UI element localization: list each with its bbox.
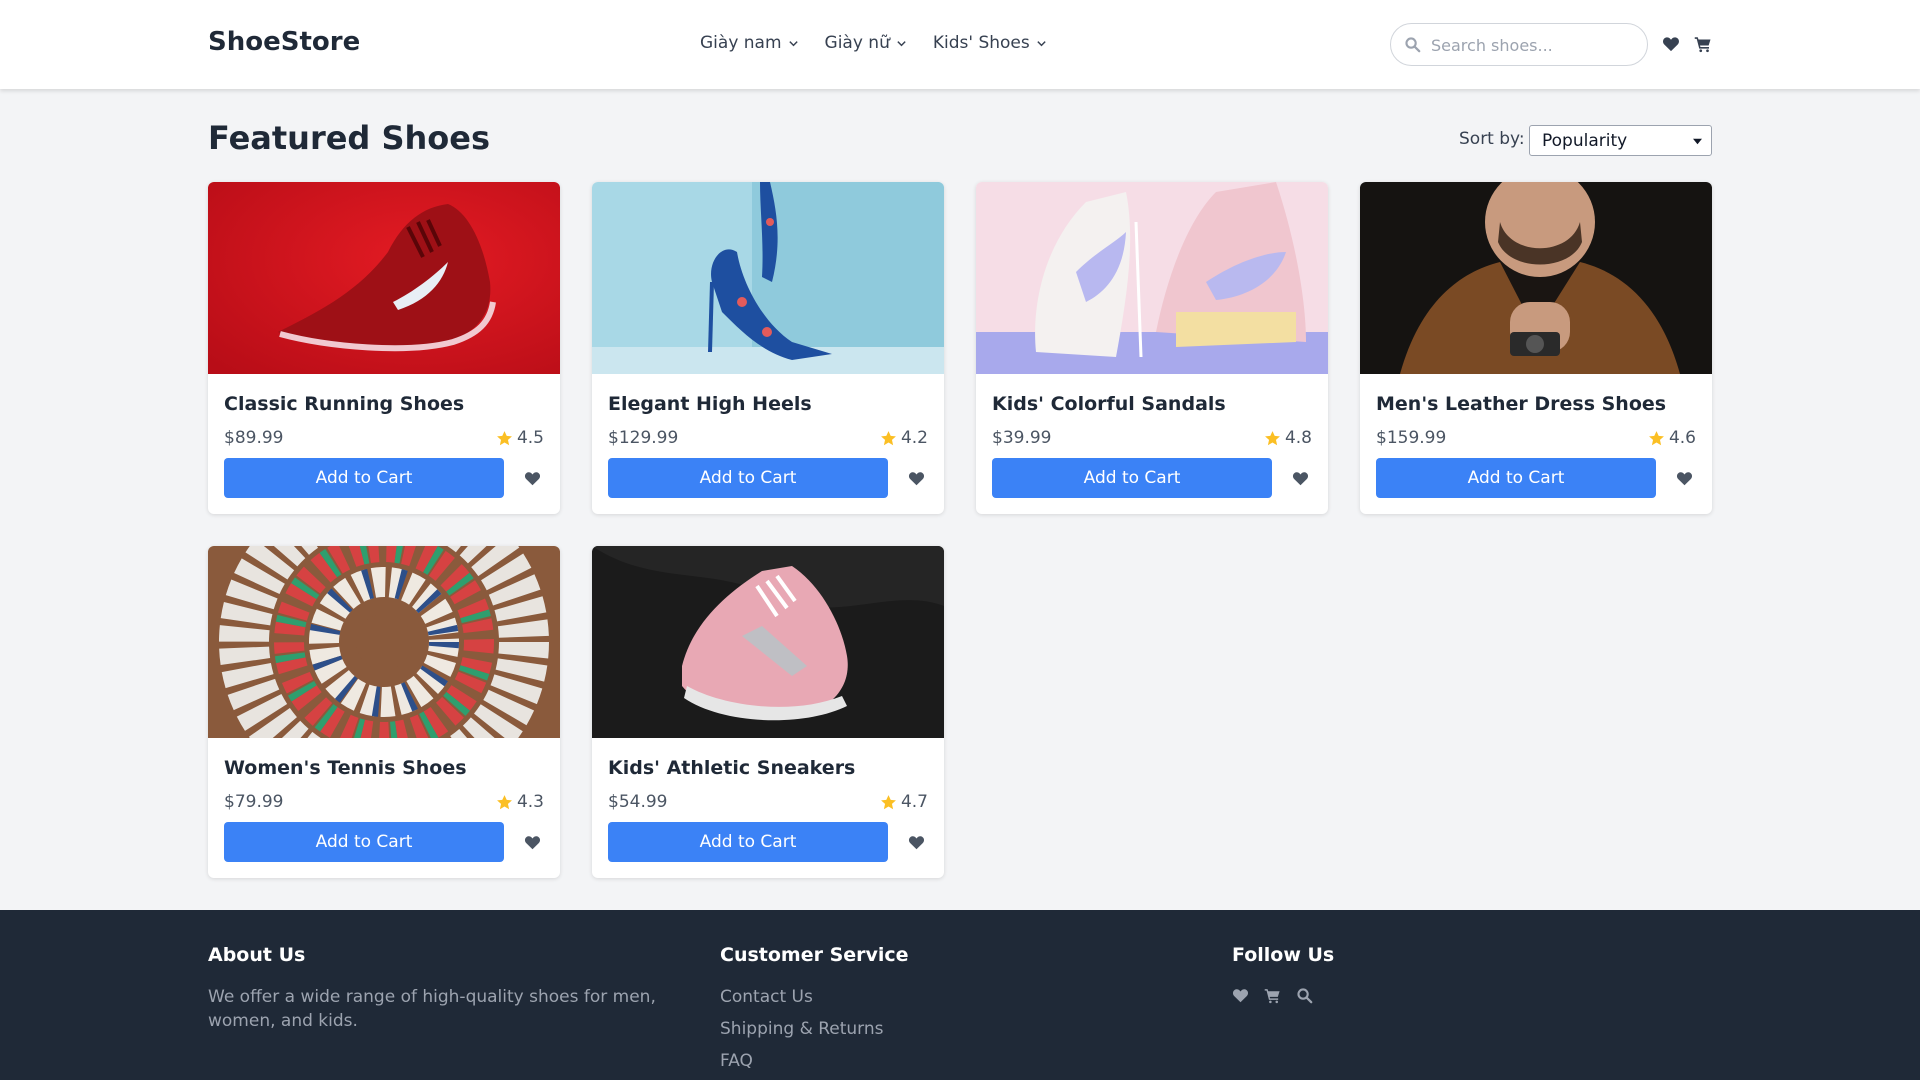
nav-item-kids[interactable]: Kids' Shoes: [933, 33, 1047, 53]
product-image[interactable]: [592, 182, 944, 374]
star-icon: [880, 430, 897, 447]
heart-icon[interactable]: [1292, 470, 1309, 487]
nav-item-women[interactable]: Giày nữ: [825, 33, 907, 53]
sort-selected-value: Popularity: [1542, 130, 1628, 151]
cart-icon[interactable]: [1264, 987, 1281, 1004]
product-name[interactable]: Classic Running Shoes: [224, 393, 464, 415]
chevron-down-icon: [788, 38, 799, 49]
heart-icon[interactable]: [908, 834, 925, 851]
search-input[interactable]: [1431, 34, 1631, 56]
product-name[interactable]: Women's Tennis Shoes: [224, 757, 467, 779]
product-name[interactable]: Kids' Colorful Sandals: [992, 393, 1226, 415]
add-to-cart-button[interactable]: Add to Cart: [608, 822, 888, 862]
star-icon: [1648, 430, 1665, 447]
nav-item-label: Giày nam: [700, 33, 782, 53]
add-to-cart-button[interactable]: Add to Cart: [992, 458, 1272, 498]
heart-icon[interactable]: [1662, 35, 1680, 53]
footer-about-heading: About Us: [208, 944, 306, 966]
product-card: Elegant High Heels $129.99 4.2 Add to Ca…: [592, 182, 944, 514]
product-rating: 4.5: [496, 428, 544, 448]
product-name[interactable]: Kids' Athletic Sneakers: [608, 757, 855, 779]
chevron-down-icon: [1036, 38, 1047, 49]
product-image[interactable]: [592, 546, 944, 738]
heart-icon[interactable]: [524, 834, 541, 851]
heart-icon[interactable]: [1232, 987, 1249, 1004]
product-price: $79.99: [224, 792, 284, 812]
footer-link-shipping[interactable]: Shipping & Returns: [720, 1019, 884, 1039]
rating-value: 4.7: [900, 792, 928, 812]
product-rating: 4.2: [880, 428, 928, 448]
add-to-cart-button[interactable]: Add to Cart: [1376, 458, 1656, 498]
product-name[interactable]: Men's Leather Dress Shoes: [1376, 393, 1666, 415]
rating-value: 4.2: [900, 428, 928, 448]
logo[interactable]: ShoeStore: [208, 27, 360, 57]
search-icon[interactable]: [1296, 987, 1313, 1004]
search-icon: [1404, 36, 1421, 53]
product-price: $129.99: [608, 428, 679, 448]
product-rating: 4.8: [1264, 428, 1312, 448]
heart-icon[interactable]: [1676, 470, 1693, 487]
sort-select[interactable]: Popularity: [1529, 125, 1712, 156]
product-rating: 4.7: [880, 792, 928, 812]
product-price: $159.99: [1376, 428, 1447, 448]
rating-value: 4.3: [516, 792, 544, 812]
footer-follow-heading: Follow Us: [1232, 944, 1335, 966]
footer-link-faq[interactable]: FAQ: [720, 1051, 753, 1071]
product-image[interactable]: [1360, 182, 1712, 374]
chevron-down-icon: [896, 38, 907, 49]
product-image[interactable]: [208, 182, 560, 374]
search-box: [1390, 23, 1648, 66]
sort-label: Sort by:: [1459, 129, 1525, 149]
rating-value: 4.5: [516, 428, 544, 448]
star-icon: [496, 430, 513, 447]
rating-value: 4.8: [1284, 428, 1312, 448]
star-icon: [880, 794, 897, 811]
heart-icon[interactable]: [524, 470, 541, 487]
product-card: Classic Running Shoes $89.99 4.5 Add to …: [208, 182, 560, 514]
footer-about-text: We offer a wide range of high-quality sh…: [208, 987, 656, 1031]
product-rating: 4.6: [1648, 428, 1696, 448]
heart-icon[interactable]: [908, 470, 925, 487]
nav-item-label: Kids' Shoes: [932, 33, 1030, 53]
product-name[interactable]: Elegant High Heels: [608, 393, 812, 415]
main-nav: Giày nam Giày nữ Kids' Shoes: [700, 33, 1047, 53]
site-header: ShoeStore Giày nam Giày nữ Kids' Shoes: [0, 0, 1920, 89]
star-icon: [496, 794, 513, 811]
star-icon: [1264, 430, 1281, 447]
nav-item-label: Giày nữ: [824, 33, 890, 53]
product-rating: 4.3: [496, 792, 544, 812]
add-to-cart-button[interactable]: Add to Cart: [224, 458, 504, 498]
product-image[interactable]: [208, 546, 560, 738]
product-image[interactable]: [976, 182, 1328, 374]
site-footer: About Us We offer a wide range of high-q…: [0, 910, 1920, 1080]
product-card: Women's Tennis Shoes $79.99 4.3 Add to C…: [208, 546, 560, 878]
page-title: Featured Shoes: [208, 119, 491, 157]
footer-link-contact[interactable]: Contact Us: [720, 987, 813, 1007]
rating-value: 4.6: [1668, 428, 1696, 448]
product-price: $89.99: [224, 428, 284, 448]
cart-icon[interactable]: [1694, 35, 1712, 53]
add-to-cart-button[interactable]: Add to Cart: [224, 822, 504, 862]
nav-item-men[interactable]: Giày nam: [700, 33, 799, 53]
footer-service-heading: Customer Service: [720, 944, 909, 966]
product-price: $54.99: [608, 792, 668, 812]
product-card: Kids' Athletic Sneakers $54.99 4.7 Add t…: [592, 546, 944, 878]
product-price: $39.99: [992, 428, 1052, 448]
product-card: Men's Leather Dress Shoes $159.99 4.6 Ad…: [1360, 182, 1712, 514]
product-card: Kids' Colorful Sandals $39.99 4.8 Add to…: [976, 182, 1328, 514]
chevron-down-icon: [1693, 138, 1702, 145]
add-to-cart-button[interactable]: Add to Cart: [608, 458, 888, 498]
